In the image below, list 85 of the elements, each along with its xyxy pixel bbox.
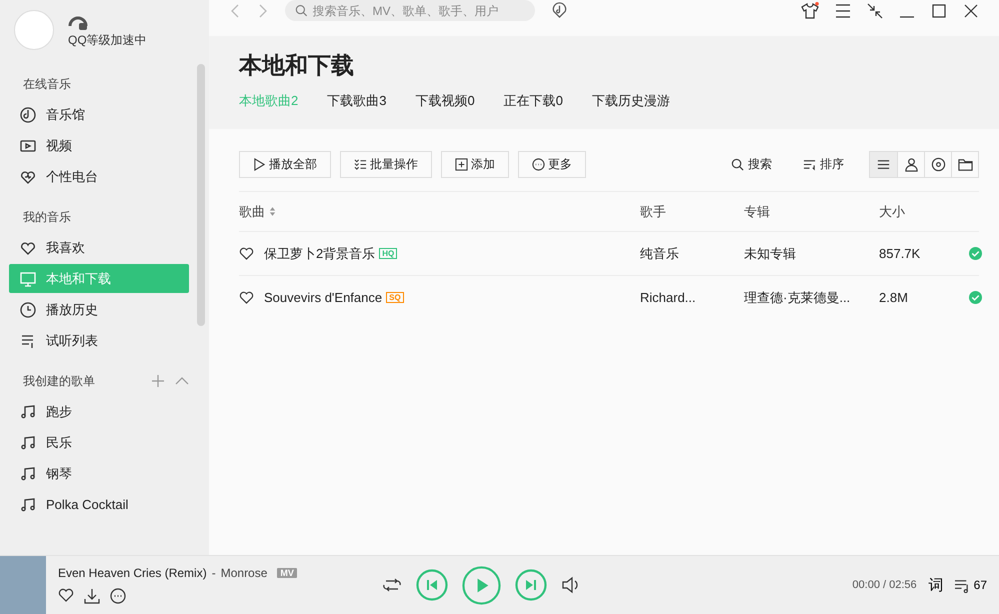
section-title: 在线音乐 xyxy=(23,76,72,92)
tool-button[interactable]: 搜索 xyxy=(725,155,778,174)
close-icon[interactable] xyxy=(963,2,979,18)
clock-icon xyxy=(20,302,36,318)
note-icon xyxy=(20,434,36,450)
music-recognition-icon[interactable] xyxy=(551,2,568,19)
separator: - xyxy=(212,566,216,580)
size-cell-text: 2.8M xyxy=(879,290,909,305)
note-icon xyxy=(20,496,36,512)
action-button[interactable]: 添加 xyxy=(441,151,509,178)
heart-icon[interactable] xyxy=(239,247,254,260)
person-icon xyxy=(904,157,918,172)
list-icon xyxy=(876,157,891,172)
artist-cell[interactable]: Richard... xyxy=(640,290,744,305)
tab[interactable]: 下载视频0 xyxy=(415,92,475,116)
quality-tag: SQ xyxy=(386,292,404,303)
artist-name[interactable]: Monrose xyxy=(220,566,268,580)
batch-icon xyxy=(354,158,367,171)
column-header[interactable]: 歌手 xyxy=(640,202,744,220)
lyrics-button[interactable]: 词 xyxy=(928,576,944,594)
tab[interactable]: 正在下载0 xyxy=(504,92,563,116)
sidebar-item[interactable]: 试听列表 xyxy=(9,326,189,355)
mini-mode-icon[interactable] xyxy=(867,2,883,18)
song-title[interactable]: Souvevirs d'Enfance xyxy=(264,290,382,305)
monitor-icon xyxy=(20,270,36,286)
download-icon[interactable] xyxy=(84,588,100,604)
artist-cell[interactable]: 纯音乐 xyxy=(640,244,744,262)
page-title: 本地和下载 xyxy=(239,51,355,80)
sidebar-item[interactable]: 个性电台 xyxy=(9,162,189,191)
level-badge-icon xyxy=(68,14,88,30)
section-title: 我创建的歌单 xyxy=(23,372,96,390)
search-icon xyxy=(731,158,744,171)
note-icon xyxy=(20,466,36,482)
sidebar-item[interactable]: 视频 xyxy=(9,131,189,160)
playback-time: 00:00 / 02:56 xyxy=(852,579,917,591)
column-header[interactable]: 歌曲 xyxy=(239,202,640,220)
user-status: QQ等级加速中 xyxy=(68,32,147,49)
view-button[interactable] xyxy=(870,152,897,177)
more-icon[interactable] xyxy=(110,588,126,604)
repeat-icon[interactable] xyxy=(382,577,402,593)
sidebar-item[interactable]: 跑步 xyxy=(9,397,189,426)
shirt-icon[interactable] xyxy=(801,2,819,20)
search-icon xyxy=(295,4,308,17)
heart-icon[interactable] xyxy=(239,291,254,304)
search-field[interactable]: 搜索音乐、MV、歌单、歌手、用户 xyxy=(285,0,535,21)
action-button[interactable]: 批量操作 xyxy=(340,151,432,178)
sidebar-item[interactable]: 我喜欢 xyxy=(9,233,189,262)
folder-icon xyxy=(958,157,972,172)
column-header[interactable]: 大小 xyxy=(879,202,969,220)
column-header[interactable]: 专辑 xyxy=(744,202,879,220)
disc-icon xyxy=(20,106,36,122)
sidebar-item[interactable]: 民乐 xyxy=(9,428,189,457)
note-icon xyxy=(20,404,36,420)
album-cell[interactable]: 未知专辑 xyxy=(744,244,879,262)
tab[interactable]: 下载历史漫游 xyxy=(592,92,670,116)
video-icon xyxy=(20,138,36,154)
tool-button[interactable]: 排序 xyxy=(797,155,850,174)
maximize-icon[interactable] xyxy=(931,2,947,18)
plus-icon xyxy=(455,158,468,171)
song-title[interactable]: 保卫萝卜2背景音乐 xyxy=(264,244,376,262)
more-icon xyxy=(532,158,545,171)
disc-icon xyxy=(930,157,946,172)
play-icon xyxy=(253,158,266,171)
sidebar-item[interactable]: 音乐馆 xyxy=(9,100,189,129)
sort-icon xyxy=(269,206,276,217)
radio-icon xyxy=(20,168,36,184)
section-title: 我的音乐 xyxy=(23,208,72,226)
song-title[interactable]: Even Heaven Cries (Remix) xyxy=(58,566,207,580)
heart-icon xyxy=(20,240,36,256)
menu-icon[interactable] xyxy=(835,4,851,18)
quality-tag: HQ xyxy=(379,248,398,259)
sidebar-item[interactable]: 钢琴 xyxy=(9,459,189,488)
sidebar-item[interactable]: Polka Cocktail xyxy=(9,490,189,519)
sidebar-item[interactable]: 播放历史 xyxy=(9,295,189,324)
size-cell-text: 857.7K xyxy=(879,246,922,261)
list-icon xyxy=(20,332,36,348)
action-button[interactable]: 更多 xyxy=(518,151,586,178)
album-cell[interactable]: 理查德·克莱德曼... xyxy=(744,288,879,306)
action-button[interactable]: 播放全部 xyxy=(239,151,331,178)
playlist-icon xyxy=(954,578,971,592)
tab[interactable]: 下载歌曲3 xyxy=(327,92,386,116)
heart-icon[interactable] xyxy=(58,588,74,602)
playlist-button[interactable]: 67 xyxy=(954,578,987,592)
scrollbar[interactable] xyxy=(197,64,205,326)
sort-icon xyxy=(803,158,816,171)
